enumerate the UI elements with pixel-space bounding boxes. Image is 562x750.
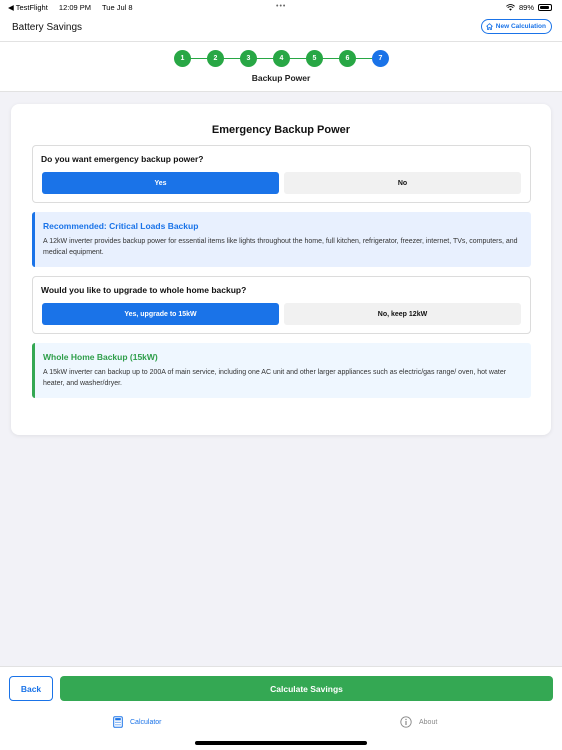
step-1-indicator[interactable]: 1: [174, 50, 191, 67]
battery-percent: 89%: [518, 3, 534, 12]
page-title: Battery Savings: [12, 22, 83, 33]
tab-about-label: About: [419, 718, 438, 726]
upgrade-question-text: Would you like to upgrade to whole home …: [41, 285, 247, 295]
status-time: 12:09 PM: [58, 3, 92, 12]
upgrade-no-button[interactable]: No, keep 12kW: [284, 303, 521, 325]
step-6-indicator[interactable]: 6: [339, 50, 356, 67]
bottom-action-bar: Back Calculate Savings: [0, 666, 562, 710]
backup-question-box: Do you want emergency backup power? Yes …: [32, 145, 531, 203]
whole-home-backup-info: Whole Home Backup (15kW) A 15kW inverter…: [32, 343, 531, 398]
backup-no-button[interactable]: No: [284, 172, 521, 194]
upgrade-question-box: Would you like to upgrade to whole home …: [32, 276, 531, 334]
nav-bar: Battery Savings New Calculation: [0, 14, 562, 42]
tab-calculator[interactable]: Calculator: [113, 716, 162, 728]
step-4-indicator[interactable]: 4: [273, 50, 290, 67]
status-date: Tue Jul 8: [101, 3, 133, 12]
step-5-indicator[interactable]: 5: [306, 50, 323, 67]
home-indicator: [195, 741, 367, 745]
tab-about[interactable]: About: [400, 716, 437, 728]
wifi-icon: [506, 4, 515, 11]
recommendation-body: A 12kW inverter provides backup power fo…: [43, 238, 518, 256]
step-7-indicator[interactable]: 7: [372, 50, 389, 67]
step-indicators: 1234567: [174, 50, 389, 67]
tab-calculator-label: Calculator: [130, 718, 162, 726]
whole-home-body: A 15kW inverter can backup up to 200A of…: [43, 369, 507, 387]
current-step-label: Backup Power: [251, 73, 311, 83]
home-icon: [485, 23, 493, 30]
info-icon: [400, 716, 412, 728]
new-calculation-button[interactable]: New Calculation: [480, 19, 552, 34]
calculate-savings-button[interactable]: Calculate Savings: [60, 676, 553, 701]
battery-fill: [540, 6, 549, 9]
new-calculation-label: New Calculation: [495, 23, 546, 30]
multitasking-dots-icon[interactable]: •••: [276, 3, 286, 10]
recommendation-title: Recommended: Critical Loads Backup: [43, 221, 199, 231]
status-right: 89%: [506, 3, 552, 12]
card-title: Emergency Backup Power: [211, 124, 351, 136]
critical-loads-recommendation: Recommended: Critical Loads Backup A 12k…: [32, 212, 531, 267]
backup-power-card: Emergency Backup Power Do you want emerg…: [11, 104, 551, 435]
step-3-indicator[interactable]: 3: [240, 50, 257, 67]
backup-yes-button[interactable]: Yes: [42, 172, 279, 194]
back-button[interactable]: Back: [9, 676, 53, 701]
step-2-indicator[interactable]: 2: [207, 50, 224, 67]
backup-question-text: Do you want emergency backup power?: [41, 154, 204, 164]
tab-bar: Calculator About: [0, 710, 562, 750]
upgrade-yes-button[interactable]: Yes, upgrade to 15kW: [42, 303, 279, 325]
calculator-icon: [113, 716, 123, 728]
battery-icon: [538, 4, 552, 11]
progress-stepper: 1234567 Backup Power: [0, 42, 562, 92]
whole-home-title: Whole Home Backup (15kW): [43, 352, 158, 362]
status-left: ◀ TestFlight 12:09 PM Tue Jul 8: [8, 3, 142, 12]
status-bar: ◀ TestFlight 12:09 PM Tue Jul 8 ••• 89%: [0, 0, 562, 14]
back-to-testflight-link[interactable]: ◀ TestFlight: [8, 3, 48, 12]
